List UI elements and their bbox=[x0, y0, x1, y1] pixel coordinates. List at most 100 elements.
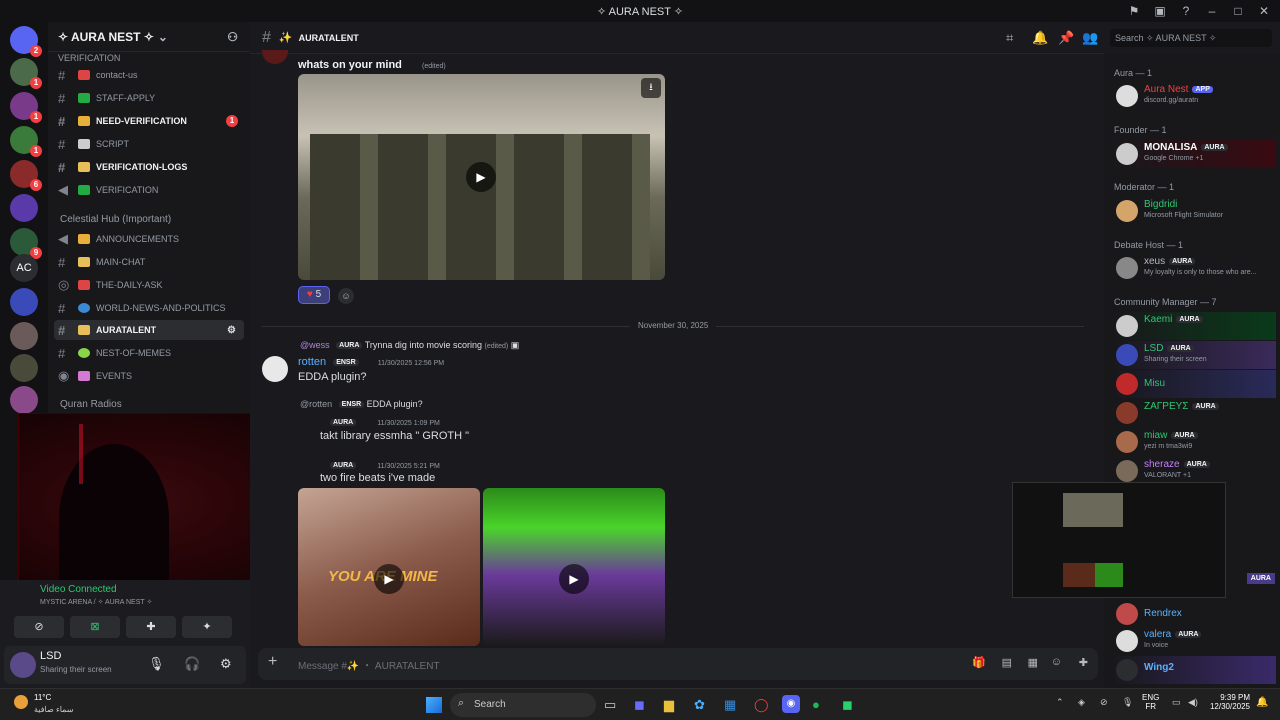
copilot-icon[interactable]: ✿ bbox=[694, 697, 705, 713]
member-item[interactable]: Rendrex bbox=[1112, 600, 1276, 628]
teams-icon[interactable]: ◼ bbox=[634, 697, 645, 713]
channel-item-active[interactable]: # AURATALENT ⚙ bbox=[54, 320, 244, 340]
home-button[interactable]: 2 bbox=[10, 26, 42, 57]
discord-icon[interactable]: ◉ bbox=[782, 695, 800, 713]
reaction-heart[interactable]: ♥ 5 bbox=[298, 286, 330, 304]
emoji-icon[interactable]: ☺ bbox=[1051, 656, 1062, 668]
bell-icon[interactable]: 🔔 bbox=[1032, 30, 1048, 46]
close-icon[interactable]: ✕ bbox=[1256, 3, 1272, 19]
avatar[interactable] bbox=[10, 652, 36, 678]
play-icon[interactable]: ▶ bbox=[559, 564, 589, 594]
member-item[interactable]: xeus AURA My loyalty is only to those who … bbox=[1112, 254, 1276, 282]
opera-icon[interactable]: ◯ bbox=[754, 697, 769, 713]
task-view-icon[interactable]: ▭ bbox=[604, 697, 616, 713]
folder-icon[interactable] bbox=[10, 288, 38, 316]
chevron-up-icon[interactable]: ⌃ bbox=[1056, 697, 1064, 708]
add-reaction-icon[interactable]: ☺ bbox=[338, 288, 354, 304]
server-icon[interactable]: 1 bbox=[10, 126, 42, 157]
taskbar-search[interactable]: ⌕ Search bbox=[450, 693, 596, 717]
play-icon[interactable]: ▶ bbox=[466, 162, 496, 192]
camera-off-button[interactable]: ⊘ bbox=[14, 616, 64, 638]
member-item[interactable]: miaw AURA yezi m tma3wi9 bbox=[1112, 428, 1276, 456]
server-icon[interactable] bbox=[10, 354, 38, 382]
minimize-icon[interactable]: – bbox=[1204, 3, 1220, 19]
channel-item[interactable]: # STAFF-APPLY bbox=[54, 88, 244, 108]
search-input[interactable]: Search ✧ AURA NEST ✧ bbox=[1110, 29, 1272, 47]
play-icon[interactable]: ▶ bbox=[374, 564, 404, 594]
channel-item[interactable]: ◀ ANNOUNCEMENTS bbox=[54, 229, 244, 249]
channel-item[interactable]: # contact-us bbox=[54, 65, 244, 85]
message-composer[interactable]: + Message #✨ ・ AURATALENT 🎁 ▤ ▦ ☺ ✚ bbox=[258, 648, 1098, 680]
server-icon-ac[interactable]: AC bbox=[10, 254, 38, 282]
gear-icon[interactable]: ⚙ bbox=[220, 656, 232, 672]
server-icon[interactable]: 1 bbox=[10, 92, 42, 123]
tray-icon[interactable]: ◈ bbox=[1078, 697, 1085, 708]
members-icon[interactable]: 👥 bbox=[1082, 30, 1098, 46]
clock[interactable]: 9:39 PM 12/30/2025 bbox=[1208, 693, 1250, 711]
server-icon[interactable]: 6 bbox=[10, 160, 42, 191]
store-icon[interactable]: ▦ bbox=[724, 697, 736, 713]
category-celestial[interactable]: Celestial Hub (Important) bbox=[60, 214, 171, 225]
video-attachment[interactable]: YOU ARE MINE ▶ bbox=[298, 488, 480, 646]
windows-start-icon[interactable] bbox=[426, 697, 442, 713]
member-item[interactable]: ΖΑΓΡΕΥΣ AURA bbox=[1112, 399, 1276, 427]
activities-button[interactable]: ✚ bbox=[126, 616, 176, 638]
channel-item[interactable]: # MAIN-CHAT bbox=[54, 252, 244, 272]
channel-item[interactable]: # VERIFICATION-LOGS bbox=[54, 157, 244, 177]
channel-item[interactable]: # NEED-VERIFICATION 1 bbox=[54, 111, 244, 131]
server-icon[interactable]: 9 bbox=[10, 228, 42, 259]
gift-icon[interactable]: 🎁 bbox=[972, 656, 986, 669]
mic-tray-icon[interactable]: 🎙 bbox=[1122, 697, 1133, 708]
headphones-icon[interactable]: 🎧 bbox=[184, 656, 200, 672]
member-item[interactable]: Bigdridi Microsoft Flight Simulator bbox=[1112, 197, 1276, 225]
server-icon[interactable] bbox=[10, 386, 38, 414]
help-icon[interactable]: ? bbox=[1178, 3, 1194, 19]
member-item[interactable]: Kaemi AURA bbox=[1112, 312, 1276, 340]
gif-icon[interactable]: ▤ bbox=[1002, 656, 1012, 669]
spotify-icon[interactable]: ● bbox=[812, 697, 820, 712]
avatar[interactable] bbox=[262, 356, 288, 382]
network-off-icon[interactable]: ⊘ bbox=[1100, 697, 1108, 708]
weather-icon[interactable] bbox=[14, 695, 28, 709]
category-verification[interactable]: VERIFICATION bbox=[58, 53, 120, 63]
notification-bell-icon[interactable]: 🔔 bbox=[1256, 697, 1268, 708]
server-icon[interactable]: 1 bbox=[10, 58, 42, 89]
channel-item[interactable]: ◎ THE-DAILY-ASK bbox=[54, 275, 244, 295]
screen-share-button[interactable]: ⊠ bbox=[70, 616, 120, 638]
soundboard-button[interactable]: ✦ bbox=[182, 616, 232, 638]
pin-icon[interactable]: 📌 bbox=[1058, 30, 1074, 46]
member-item[interactable]: Aura Nest APP discord.gg/auratn bbox=[1112, 82, 1276, 110]
channel-item[interactable]: ◉ EVENTS bbox=[54, 366, 244, 386]
display-icon[interactable]: ▭ bbox=[1172, 697, 1181, 708]
video-attachment[interactable]: ▶ bbox=[483, 488, 665, 646]
microphone-icon[interactable]: 🎙 bbox=[148, 656, 165, 672]
plus-icon[interactable]: + bbox=[268, 653, 277, 671]
channel-item[interactable]: # NEST-OF-MEMES bbox=[54, 343, 244, 363]
channel-item[interactable]: # SCRIPT bbox=[54, 134, 244, 154]
screen-icon[interactable]: ▣ bbox=[1152, 3, 1168, 19]
maximize-icon[interactable]: □ bbox=[1230, 3, 1246, 19]
guild-header[interactable]: ✧ AURA NEST ✧ ⌄ ⚇ bbox=[48, 22, 250, 52]
whatsapp-icon[interactable]: ◼ bbox=[842, 697, 853, 713]
video-attachment[interactable]: ▶ ⭳ bbox=[298, 74, 665, 280]
member-item[interactable]: LSD AURA Sharing their screen bbox=[1112, 341, 1276, 369]
channel-item[interactable]: ◀ VERIFICATION bbox=[54, 180, 244, 200]
apps-icon[interactable]: ✚ bbox=[1079, 656, 1088, 669]
member-item[interactable]: valera AURA In voice bbox=[1112, 627, 1276, 655]
volume-icon[interactable]: ◀) bbox=[1188, 697, 1198, 708]
member-item[interactable]: Wing2 bbox=[1112, 656, 1276, 684]
threads-icon[interactable]: ⌗ bbox=[1006, 30, 1013, 46]
settings-icon[interactable]: ⚙ bbox=[227, 325, 236, 336]
member-item[interactable]: MONALISA AURA Google Chrome +1 bbox=[1112, 140, 1276, 168]
category-quran[interactable]: Quran Radios bbox=[60, 399, 122, 410]
server-icon[interactable] bbox=[10, 322, 38, 350]
channel-item[interactable]: # WORLD-NEWS-AND-POLITICS bbox=[54, 298, 244, 318]
lang-indicator[interactable]: ENG FR bbox=[1142, 693, 1159, 711]
member-item[interactable]: sheraze AURA VALORANT +1 bbox=[1112, 457, 1276, 485]
download-icon[interactable]: ⭳ bbox=[641, 78, 661, 98]
server-icon[interactable] bbox=[10, 194, 38, 222]
member-item[interactable]: Misu bbox=[1112, 370, 1276, 398]
inbox-icon[interactable]: ⚑ bbox=[1126, 3, 1142, 19]
file-explorer-icon[interactable]: ▆ bbox=[664, 697, 674, 713]
add-member-icon[interactable]: ⚇ bbox=[227, 30, 238, 44]
